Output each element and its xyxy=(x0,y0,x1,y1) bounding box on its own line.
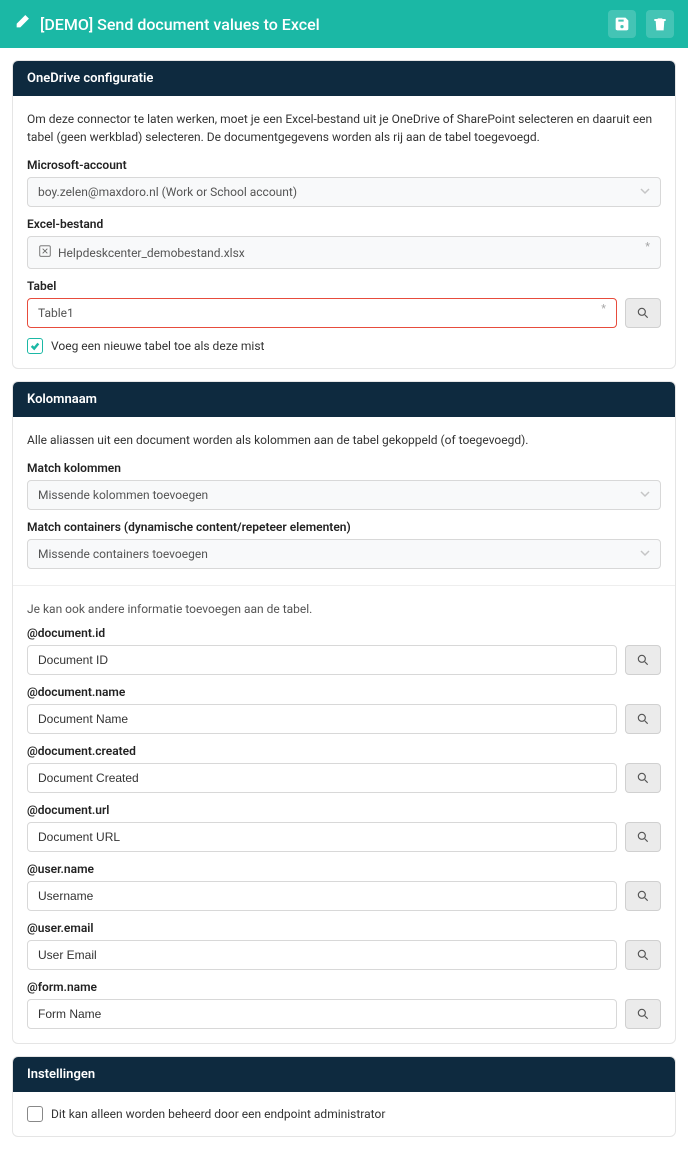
card-header-settings: Instellingen xyxy=(13,1057,675,1092)
account-value: boy.zelen@maxdoro.nl (Work or School acc… xyxy=(38,185,297,199)
search-icon xyxy=(636,306,650,320)
trash-icon xyxy=(652,16,668,32)
search-icon xyxy=(636,889,650,903)
field-input-6[interactable] xyxy=(27,999,617,1029)
field-label-2: @document.created xyxy=(27,744,661,758)
field-search-button-3[interactable] xyxy=(625,822,661,852)
save-icon xyxy=(614,16,630,32)
check-icon xyxy=(30,341,40,351)
field-input-2[interactable] xyxy=(27,763,617,793)
search-icon xyxy=(636,653,650,667)
required-asterisk: * xyxy=(601,302,606,315)
file-label: Excel-bestand xyxy=(27,217,661,231)
chevron-down-icon xyxy=(640,185,650,199)
account-label: Microsoft-account xyxy=(27,158,661,172)
settings-card: Instellingen Dit kan alleen worden behee… xyxy=(12,1056,676,1137)
search-icon xyxy=(636,1007,650,1021)
field-search-button-2[interactable] xyxy=(625,763,661,793)
search-icon xyxy=(636,830,650,844)
match-containers-label: Match containers (dynamische content/rep… xyxy=(27,520,661,534)
file-select[interactable]: Helpdeskcenter_demobestand.xlsx * xyxy=(27,236,661,269)
chevron-down-icon xyxy=(640,547,650,561)
add-table-checkbox[interactable] xyxy=(27,338,43,354)
field-input-4[interactable] xyxy=(27,881,617,911)
add-table-label: Voeg een nieuwe tabel toe als deze mist xyxy=(51,339,264,353)
search-icon xyxy=(636,771,650,785)
match-containers-select[interactable]: Missende containers toevoegen xyxy=(27,539,661,569)
card-header-onedrive: OneDrive configuratie xyxy=(13,61,675,96)
admin-only-label: Dit kan alleen worden beheerd door een e… xyxy=(51,1107,385,1121)
field-search-button-0[interactable] xyxy=(625,645,661,675)
chevron-down-icon xyxy=(640,488,650,502)
required-asterisk: * xyxy=(645,240,650,253)
card-header-columns: Kolomnaam xyxy=(13,382,675,417)
page-header: [DEMO] Send document values to Excel xyxy=(0,0,688,48)
field-search-button-5[interactable] xyxy=(625,940,661,970)
file-value: Helpdeskcenter_demobestand.xlsx xyxy=(58,246,245,260)
field-input-0[interactable] xyxy=(27,645,617,675)
search-icon xyxy=(636,712,650,726)
columns-card: Kolomnaam Alle aliassen uit een document… xyxy=(12,381,676,1044)
field-search-button-4[interactable] xyxy=(625,881,661,911)
field-input-5[interactable] xyxy=(27,940,617,970)
save-button[interactable] xyxy=(608,10,636,38)
field-input-1[interactable] xyxy=(27,704,617,734)
edit-icon xyxy=(14,14,30,34)
table-label: Tabel xyxy=(27,279,661,293)
excel-file-icon xyxy=(38,244,52,261)
field-input-3[interactable] xyxy=(27,822,617,852)
table-value: Table1 xyxy=(38,306,74,320)
field-search-button-1[interactable] xyxy=(625,704,661,734)
field-label-0: @document.id xyxy=(27,626,661,640)
page-title: [DEMO] Send document values to Excel xyxy=(40,15,598,34)
extra-info-text: Je kan ook andere informatie toevoegen a… xyxy=(27,602,661,616)
divider xyxy=(13,585,675,586)
match-containers-value: Missende containers toevoegen xyxy=(38,547,208,561)
match-cols-label: Match kolommen xyxy=(27,461,661,475)
field-label-5: @user.email xyxy=(27,921,661,935)
field-label-4: @user.name xyxy=(27,862,661,876)
field-search-button-6[interactable] xyxy=(625,999,661,1029)
search-icon xyxy=(636,948,650,962)
match-cols-select[interactable]: Missende kolommen toevoegen xyxy=(27,480,661,510)
match-cols-value: Missende kolommen toevoegen xyxy=(38,488,208,502)
table-search-button[interactable] xyxy=(625,298,661,328)
field-label-3: @document.url xyxy=(27,803,661,817)
table-select[interactable]: Table1 * xyxy=(27,298,617,328)
field-label-6: @form.name xyxy=(27,980,661,994)
onedrive-config-card: OneDrive configuratie Om deze connector … xyxy=(12,60,676,369)
delete-button[interactable] xyxy=(646,10,674,38)
account-select[interactable]: boy.zelen@maxdoro.nl (Work or School acc… xyxy=(27,177,661,207)
admin-only-checkbox[interactable] xyxy=(27,1106,43,1122)
onedrive-description: Om deze connector te laten werken, moet … xyxy=(27,110,661,146)
columns-description: Alle aliassen uit een document worden al… xyxy=(27,431,661,449)
field-label-1: @document.name xyxy=(27,685,661,699)
